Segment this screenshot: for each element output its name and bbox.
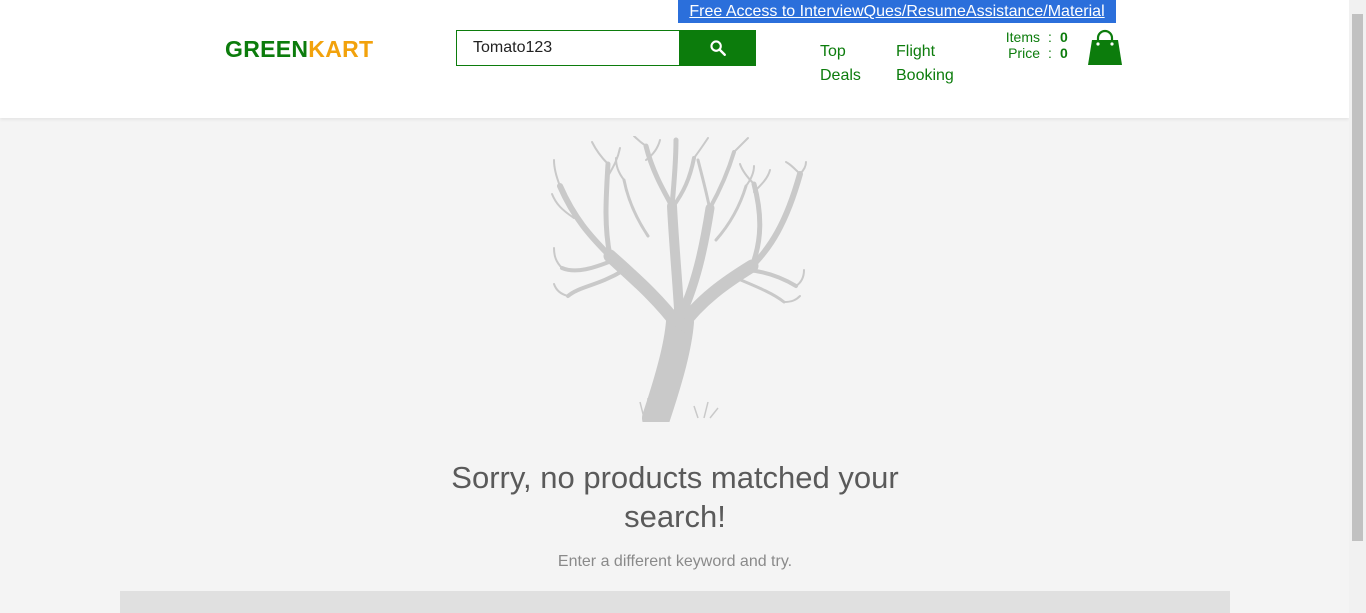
cart-price-label: Price [1008, 45, 1040, 61]
cart-summary: Items : 0 Price : 0 [998, 29, 1068, 61]
cart-items-count: 0 [1060, 29, 1068, 45]
cart-items-separator: : [1048, 29, 1052, 45]
footer-strip [120, 591, 1230, 613]
search-button[interactable] [679, 30, 756, 66]
scrollbar-thumb[interactable] [1352, 14, 1363, 541]
cart-price-row: Price : 0 [998, 45, 1068, 61]
brand-logo-part2: KART [308, 36, 374, 62]
shopping-bag-icon[interactable] [1087, 29, 1123, 66]
promo-banner-link[interactable]: Free Access to InterviewQues/ResumeAssis… [678, 0, 1116, 23]
bare-tree-icon [551, 136, 807, 422]
nav-flight-booking-link[interactable]: Flight Booking [896, 40, 954, 88]
nav-top-deals-link[interactable]: Top Deals [820, 40, 861, 88]
no-results-hint: Enter a different keyword and try. [557, 553, 793, 570]
brand-logo[interactable]: GREENKART [225, 36, 373, 63]
cart-price-separator: : [1048, 45, 1052, 61]
brand-logo-part1: GREEN [225, 36, 309, 62]
cart-price-value: 0 [1060, 45, 1068, 61]
cart-items-row: Items : 0 [998, 29, 1068, 45]
search-input[interactable] [456, 30, 679, 66]
cart-items-label: Items [1005, 29, 1040, 45]
search-icon [709, 40, 726, 56]
header: Free Access to InterviewQues/ResumeAssis… [0, 0, 1349, 118]
no-results-title: Sorry, no products matched your search! [451, 460, 899, 534]
